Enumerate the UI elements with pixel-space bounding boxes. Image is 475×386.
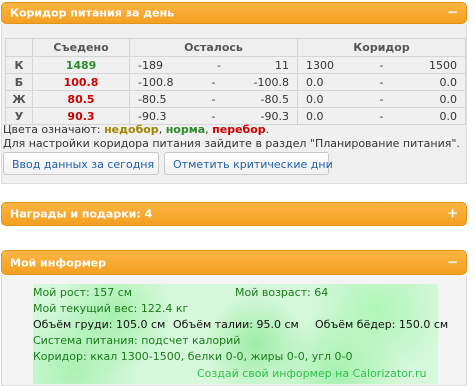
awards-panel-title: Награды и подарки: 4 [10,207,153,221]
table-row: Ж 80.5 -80.5 - -80.5 0.0 - 0.0 [5,90,466,108]
informer-chest: Объём груди: 105.0 см [33,318,166,331]
color-legend: Цвета означают: недобор, норма, перебор. [3,123,269,136]
remaining-min: -90.3 [138,109,167,123]
eaten-value: 90.3 [32,107,130,125]
remaining-cell: -189 - 11 [129,56,298,74]
table-header-row: Съедено Осталось Коридор [5,38,466,57]
expand-icon[interactable]: + [447,208,458,221]
informer-panel-header[interactable]: Мой информер − [1,250,467,275]
corridor-cell: 0.0 - 0.0 [297,90,466,108]
corridor-note: Для настройки коридора питания зайдите в… [3,137,460,150]
legend-dot: . [265,123,270,136]
table-corner [5,38,33,57]
eaten-value: 1489 [32,56,130,74]
dash: - [211,109,216,123]
row-label: Ж [5,90,33,108]
informer-widget: Мой рост: 157 см Мой возраст: 64 Мой тек… [33,284,448,384]
collapse-icon[interactable]: − [447,7,458,20]
remaining-min: -189 [138,58,163,72]
dash: - [379,75,384,89]
create-informer-link[interactable]: Создай свой информер на Calorizator.ru [197,367,426,380]
table-row: Б 100.8 -100.8 - -100.8 0.0 - 0.0 [5,73,466,91]
informer-panel-title: Мой информер [10,256,107,269]
row-label: У [5,107,33,125]
corridor-cell: 0.0 - 0.0 [297,73,466,91]
awards-panel-header[interactable]: Награды и подарки: 4 + [1,202,467,226]
row-label: Б [5,73,33,91]
legend-sep: , [205,123,209,136]
remaining-min: -100.8 [138,75,174,89]
legend-prefix: Цвета означают: [3,123,101,136]
col-eaten: Съедено [32,38,130,57]
corridor-cell: 1300 - 1500 [297,56,466,74]
dash: - [216,58,221,72]
collapse-icon[interactable]: − [447,256,458,269]
informer-height: Мой рост: 157 см [33,286,133,299]
informer-waist: Объём талии: 95.0 см [173,318,299,331]
enter-today-button[interactable]: Ввод данных за сегодня [3,152,159,175]
corridor-max: 0.0 [439,109,457,123]
corridor-min: 1300 [306,58,334,72]
corridor-min: 0.0 [306,109,324,123]
dash: - [211,75,216,89]
informer-corridor: Коридор: ккал 1300-1500, белки 0-0, жиры… [33,350,353,363]
legend-norm: норма [165,123,206,136]
informer-age: Мой возраст: 64 [235,286,329,299]
table-row: У 90.3 -90.3 - -90.3 0.0 - 0.0 [5,107,466,125]
remaining-max: -80.5 [260,92,289,106]
remaining-cell: -90.3 - -90.3 [129,107,298,125]
remaining-min: -80.5 [138,92,167,106]
corridor-min: 0.0 [306,75,324,89]
dash: - [379,109,384,123]
informer-system: Система питания: подсчет калорий [33,334,241,347]
remaining-max: 11 [274,58,289,72]
corridor-min: 0.0 [306,92,324,106]
legend-under: недобор [104,123,159,136]
corridor-panel-header[interactable]: Коридор питания за день − [1,2,467,24]
eaten-value: 80.5 [32,90,130,108]
dash: - [379,58,384,72]
eaten-value: 100.8 [32,73,130,91]
corridor-panel-title: Коридор питания за день [10,6,175,20]
corridor-max: 0.0 [439,75,457,89]
col-corridor: Коридор [297,38,466,57]
corridor-max: 1500 [428,58,457,72]
remaining-cell: -80.5 - -80.5 [129,90,298,108]
mark-critical-days-button[interactable]: Отметить критические дни [164,152,333,175]
legend-sep: , [158,123,163,136]
remaining-cell: -100.8 - -100.8 [129,73,298,91]
row-label: К [5,56,33,74]
table-row: К 1489 -189 - 11 1300 - 1500 [5,56,466,74]
dash: - [379,92,384,106]
dash: - [211,92,216,106]
corridor-max: 0.0 [439,92,457,106]
legend-over: перебор [212,123,266,136]
informer-hips: Объём бёдер: 150.0 см [315,318,449,331]
corridor-table: Съедено Осталось Коридор К 1489 -189 - 11 … [5,38,466,125]
informer-weight: Мой текущий вес: 122.4 кг [33,302,189,315]
remaining-max: -90.3 [260,109,289,123]
col-remaining: Осталось [129,38,298,57]
corridor-cell: 0.0 - 0.0 [297,107,466,125]
remaining-max: -100.8 [253,75,289,89]
